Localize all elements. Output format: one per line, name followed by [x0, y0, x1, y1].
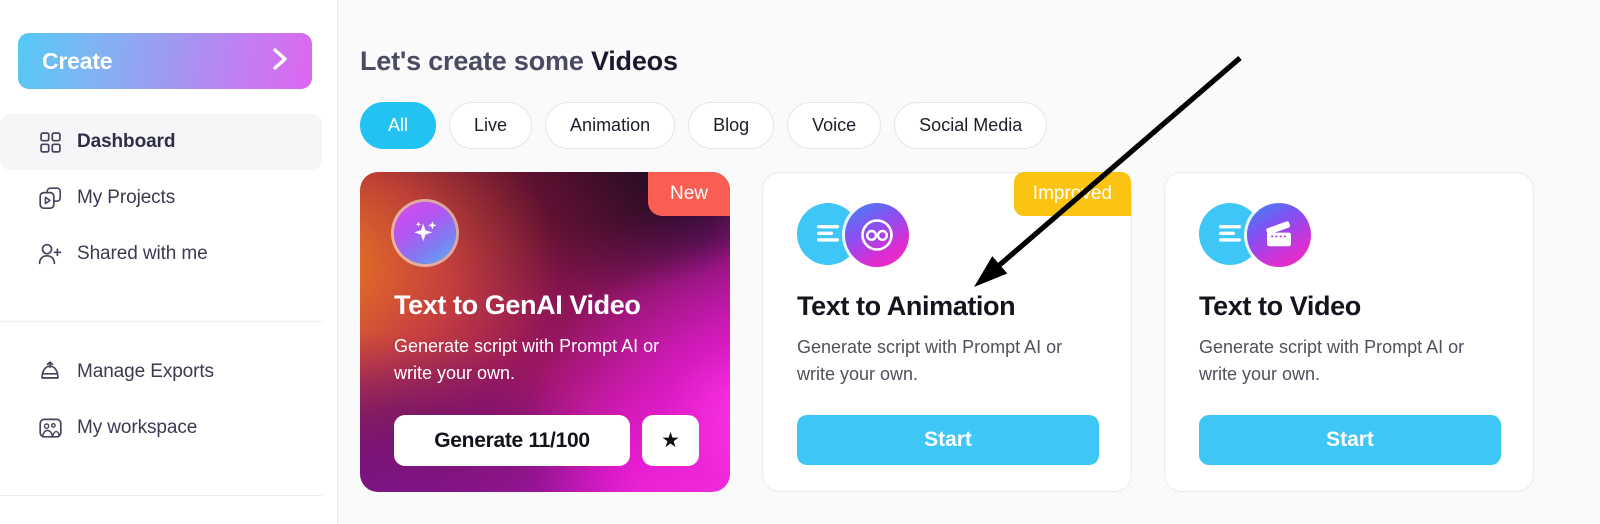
sidebar-item-manage-exports[interactable]: Manage Exports — [0, 344, 322, 400]
clapperboard-icon — [1247, 203, 1311, 267]
page-title: Let's create some Videos — [360, 46, 678, 77]
status-badge-new: New — [647, 172, 730, 216]
robot-face-icon — [845, 203, 909, 267]
sidebar-item-label: My workspace — [77, 417, 198, 438]
filter-chip-group: All Live Animation Blog Voice Social Med… — [360, 102, 1048, 149]
person-add-icon — [38, 242, 62, 266]
sidebar-item-my-projects[interactable]: My Projects — [0, 170, 322, 226]
favorite-star-button[interactable]: ★ — [642, 415, 699, 466]
card-action-group: Generate 11/100 ★ — [394, 415, 699, 466]
sidebar-item-label: Dashboard — [77, 131, 176, 152]
card-title: Text to Animation — [797, 291, 1016, 321]
app-root: Create Dashboard My Projects Shared with… — [0, 0, 1600, 524]
sidebar: Create Dashboard My Projects Shared with… — [0, 0, 338, 524]
card-text-to-animation[interactable]: Improved Text to Animation Generate scri… — [762, 172, 1132, 492]
sidebar-divider-bottom — [0, 495, 322, 496]
video-stack-icon — [38, 186, 62, 210]
card-icon-group — [1199, 203, 1499, 267]
start-button[interactable]: Start — [797, 415, 1099, 465]
filter-chip-animation[interactable]: Animation — [545, 102, 676, 149]
workspace-people-icon — [38, 416, 62, 440]
create-button[interactable]: Create — [18, 33, 312, 89]
sidebar-item-label: My Projects — [77, 187, 176, 208]
sidebar-item-label: Manage Exports — [77, 361, 214, 382]
create-button-label: Create — [42, 47, 113, 74]
generate-button[interactable]: Generate 11/100 — [394, 415, 630, 466]
sidebar-item-label: Shared with me — [77, 243, 208, 264]
card-title: Text to Video — [1199, 291, 1361, 321]
export-upload-icon — [38, 360, 62, 384]
filter-chip-social-media[interactable]: Social Media — [894, 102, 1048, 149]
filter-chip-voice[interactable]: Voice — [787, 102, 882, 149]
card-title: Text to GenAI Video — [394, 290, 641, 320]
main-content: Let's create some Videos All Live Animat… — [338, 0, 1600, 524]
card-text-to-genai-video[interactable]: New Text to GenAI Video Generate script … — [360, 172, 730, 492]
card-grid: New Text to GenAI Video Generate script … — [360, 172, 1534, 492]
sidebar-item-dashboard[interactable]: Dashboard — [0, 114, 322, 170]
sidebar-secondary-nav: Manage Exports My workspace — [0, 344, 338, 456]
filter-chip-live[interactable]: Live — [449, 102, 533, 149]
sidebar-primary-nav: Dashboard My Projects Shared with me — [0, 114, 338, 282]
card-icon-group — [394, 202, 696, 266]
sidebar-item-my-workspace[interactable]: My workspace — [0, 400, 322, 456]
card-description: Generate script with Prompt AI or write … — [1199, 337, 1465, 384]
page-title-emphasis: Videos — [590, 46, 678, 76]
chevron-right-icon — [270, 46, 290, 77]
filter-chip-all[interactable]: All — [360, 102, 437, 149]
card-description: Generate script with Prompt AI or write … — [797, 337, 1063, 384]
start-button[interactable]: Start — [1199, 415, 1501, 465]
status-badge-improved: Improved — [1013, 172, 1131, 216]
sparkles-icon — [394, 202, 456, 264]
grid-icon — [38, 130, 62, 154]
card-text-to-video[interactable]: Text to Video Generate script with Promp… — [1164, 172, 1534, 492]
sidebar-item-shared-with-me[interactable]: Shared with me — [0, 226, 322, 282]
filter-chip-blog[interactable]: Blog — [688, 102, 775, 149]
card-description: Generate script with Prompt AI or write … — [394, 336, 660, 383]
page-title-prefix: Let's create some — [360, 46, 591, 76]
sidebar-divider-top — [0, 321, 322, 322]
